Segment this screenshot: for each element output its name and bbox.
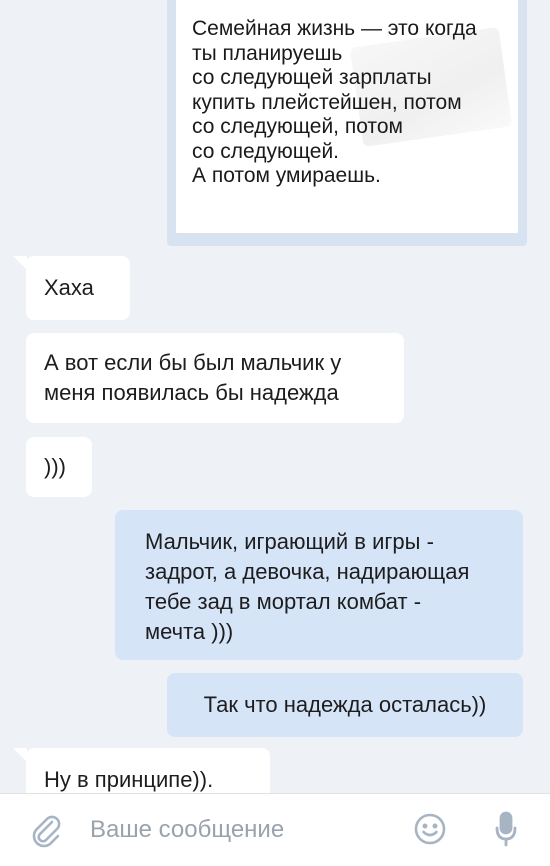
emoji-icon[interactable]	[413, 812, 447, 846]
quote-line: со следующей.	[192, 139, 340, 163]
forwarded-image-message[interactable]: Семейная жизнь — это когда ты планируешь…	[167, 0, 527, 246]
outgoing-message[interactable]: Так что надежда осталась))	[167, 673, 523, 737]
quote-image: Семейная жизнь — это когда ты планируешь…	[175, 0, 519, 234]
quote-line: А потом умираешь.	[192, 164, 381, 187]
message-line: задрот, а девочка, надирающая	[145, 559, 470, 584]
quote-line: со следующей зарплаты	[192, 66, 432, 89]
message-line: меня появилась бы надежда	[44, 380, 339, 405]
message-composer: Ваше сообщение	[0, 793, 550, 866]
quote-line: ты планируешь	[192, 41, 343, 65]
message-text: Мальчик, играющий в игры - задрот, а дев…	[145, 527, 469, 647]
message-line: мечта )))	[145, 619, 234, 644]
message-text: А вот если бы был мальчик у меня появила…	[44, 348, 341, 408]
message-text: Ну в принципе)).	[44, 767, 214, 792]
bubble-tail	[13, 748, 27, 762]
quote-line: со следующей, потом	[192, 115, 403, 138]
incoming-message[interactable]: Ну в принципе)).	[26, 748, 270, 793]
microphone-icon[interactable]	[494, 810, 518, 848]
bubble-tail	[13, 256, 27, 270]
incoming-message[interactable]: )))	[26, 437, 92, 497]
message-line: А вот если бы был мальчик у	[44, 350, 342, 375]
message-line: Мальчик, играющий в игры -	[145, 529, 434, 554]
message-text: )))	[44, 454, 66, 479]
quote-line: Семейная жизнь — это когда	[192, 17, 477, 40]
incoming-message[interactable]: Хаха	[26, 256, 130, 320]
message-line: тебе зад в мортал комбат -	[145, 589, 422, 614]
message-text: Так что надежда осталась))	[203, 692, 487, 717]
message-input[interactable]: Ваше сообщение	[90, 816, 284, 844]
attach-icon[interactable]	[28, 812, 64, 848]
quote-text: Семейная жизнь — это когда ты планируешь…	[192, 17, 517, 189]
chat-history[interactable]: Семейная жизнь — это когда ты планируешь…	[0, 0, 550, 793]
incoming-message[interactable]: А вот если бы был мальчик у меня появила…	[26, 333, 404, 423]
quote-line: купить плейстейшен, потом	[192, 90, 462, 114]
outgoing-message[interactable]: Мальчик, играющий в игры - задрот, а дев…	[115, 510, 523, 660]
message-text: Хаха	[44, 275, 94, 300]
